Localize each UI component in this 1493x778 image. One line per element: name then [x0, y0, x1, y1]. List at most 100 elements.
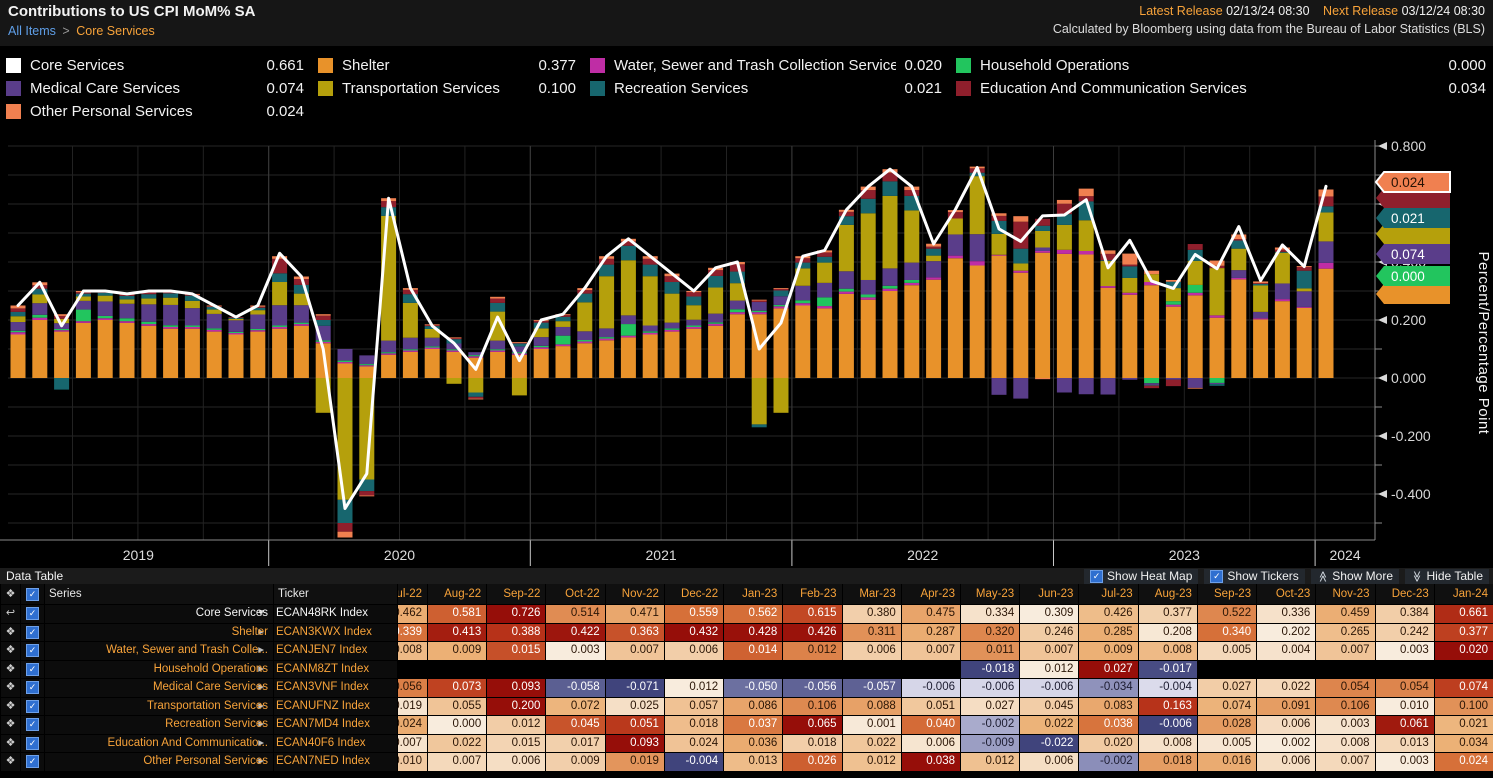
series-name[interactable]: ▸Other Personal Services — [44, 752, 273, 771]
move-icon[interactable]: ❖ — [0, 623, 20, 642]
checkbox-icon[interactable]: ✓ — [1210, 570, 1223, 583]
y-tick-label: -0.200 — [1391, 428, 1431, 444]
ticker-cell[interactable]: ECAN3KWX Index — [273, 623, 397, 642]
series-name[interactable]: ▸Medical Care Services — [44, 678, 273, 697]
ticker-cell[interactable]: ECAN48RK Index — [273, 604, 397, 623]
table-cell-value: -0.018 — [960, 660, 1019, 679]
table-cell-value: 0.246 — [1019, 623, 1078, 642]
bar-segment — [1166, 307, 1181, 378]
row-checkbox[interactable]: ✓ — [20, 752, 44, 771]
table-cell-blank — [1256, 660, 1315, 679]
month-column-header[interactable]: Oct-22 — [545, 584, 604, 604]
row-checkbox[interactable]: ✓ — [20, 660, 44, 679]
bar-segment — [250, 330, 265, 331]
control-show-more[interactable]: ≪Show More — [1311, 569, 1399, 584]
year-label: 2023 — [1169, 547, 1200, 563]
ticker-cell[interactable]: ECANUFNZ Index — [273, 697, 397, 716]
bar-segment — [425, 348, 440, 349]
month-column-header[interactable]: Aug-23 — [1138, 584, 1197, 604]
header: Contributions to US CPI MoM% SA All Item… — [0, 0, 1493, 46]
row-checkbox[interactable]: ✓ — [20, 734, 44, 753]
month-column-header[interactable]: Aug-22 — [427, 584, 486, 604]
month-column-header[interactable]: May-23 — [960, 584, 1019, 604]
month-column-header[interactable]: Jul-23 — [1078, 584, 1137, 604]
move-all-icon[interactable]: ❖ — [0, 584, 20, 604]
series-name[interactable]: ▾Core Services — [44, 604, 273, 623]
ticker-cell[interactable]: ECANJEN7 Index — [273, 641, 397, 660]
series-name[interactable]: ▸Household Operations — [44, 660, 273, 679]
bar-segment — [1035, 248, 1050, 251]
undo-icon[interactable]: ↩ — [0, 604, 20, 623]
control-show-tickers[interactable]: ✓Show Tickers — [1204, 569, 1304, 584]
month-column-header[interactable]: Apr-23 — [901, 584, 960, 604]
breadcrumb-core-services[interactable]: Core Services — [76, 24, 155, 38]
legend-item[interactable]: Water, Sewer and Trash Collection Servic… — [590, 54, 942, 77]
month-column-header[interactable]: Jun-23 — [1019, 584, 1078, 604]
table-cell-value: 0.200 — [486, 697, 545, 716]
series-name[interactable]: ▸Transportation Services — [44, 697, 273, 716]
bar-segment — [643, 265, 658, 277]
row-checkbox[interactable]: ✓ — [20, 641, 44, 660]
ticker-cell[interactable]: ECAN7MD4 Index — [273, 715, 397, 734]
series-name[interactable]: ▸Recreation Services — [44, 715, 273, 734]
month-column-header[interactable]: Jan-23 — [723, 584, 782, 604]
month-column-header[interactable]: Dec-23 — [1375, 584, 1434, 604]
month-column-header[interactable]: Sep-22 — [486, 584, 545, 604]
table-cell-value: 0.012 — [960, 752, 1019, 771]
bar-segment — [490, 350, 505, 351]
bar-segment — [1122, 293, 1137, 295]
month-column-header[interactable]: Oct-23 — [1256, 584, 1315, 604]
row-checkbox[interactable]: ✓ — [20, 678, 44, 697]
ticker-cell[interactable]: ECAN7NED Index — [273, 752, 397, 771]
move-icon[interactable]: ❖ — [0, 752, 20, 771]
legend-swatch — [590, 58, 605, 73]
row-checkbox[interactable]: ✓ — [20, 697, 44, 716]
control-show-heat-map[interactable]: ✓Show Heat Map — [1084, 569, 1198, 584]
legend-item[interactable]: Core Services 0.661 — [6, 54, 304, 77]
legend-item[interactable]: Other Personal Services 0.024 — [6, 100, 304, 123]
move-icon[interactable]: ❖ — [0, 734, 20, 753]
checkbox-icon[interactable]: ✓ — [1090, 570, 1103, 583]
series-name[interactable]: ▸Education And Communicatio... — [44, 734, 273, 753]
month-column-header[interactable]: Feb-23 — [782, 584, 841, 604]
bar-segment — [708, 288, 723, 314]
month-column-header[interactable]: Nov-23 — [1315, 584, 1374, 604]
bar-segment — [795, 303, 810, 305]
legend-item[interactable]: Shelter 0.377 — [318, 54, 576, 77]
series-name[interactable]: ▸Water, Sewer and Trash Colle... — [44, 641, 273, 660]
move-icon[interactable]: ❖ — [0, 641, 20, 660]
move-icon[interactable]: ❖ — [0, 660, 20, 679]
month-column-header[interactable]: Nov-22 — [605, 584, 664, 604]
legend-item[interactable]: Transportation Services 0.100 — [318, 77, 576, 100]
breadcrumb-all-items[interactable]: All Items — [8, 24, 56, 38]
month-column-header[interactable]: Jan-24 — [1434, 584, 1493, 604]
move-icon[interactable]: ❖ — [0, 715, 20, 734]
month-column-header[interactable]: Sep-23 — [1197, 584, 1256, 604]
ticker-cell[interactable]: ECAN3VNF Index — [273, 678, 397, 697]
bar-segment — [1144, 378, 1159, 383]
bar-segment — [861, 199, 876, 214]
legend-item[interactable]: Medical Care Services 0.074 — [6, 77, 304, 100]
select-all-checkbox[interactable]: ✓ — [20, 584, 44, 604]
table-cell-value: 0.661 — [1434, 604, 1493, 623]
ticker-cell[interactable]: ECAN40F6 Index — [273, 734, 397, 753]
row-checkbox[interactable]: ✓ — [20, 715, 44, 734]
month-column-header[interactable]: Mar-23 — [842, 584, 901, 604]
move-icon[interactable]: ❖ — [0, 678, 20, 697]
move-icon[interactable]: ❖ — [0, 697, 20, 716]
series-name[interactable]: ▸Shelter — [44, 623, 273, 642]
month-column-header[interactable]: Jul-22 — [397, 584, 427, 604]
month-column-header[interactable]: Dec-22 — [664, 584, 723, 604]
control-hide-table[interactable]: ≪Hide Table — [1405, 569, 1489, 584]
bar-segment — [577, 331, 592, 340]
row-checkbox[interactable]: ✓ — [20, 604, 44, 623]
bar-segment — [556, 346, 571, 378]
ticker-cell[interactable]: ECANM8ZT Index — [273, 660, 397, 679]
legend-item[interactable]: Education And Communication Services 0.0… — [956, 77, 1486, 100]
legend-item[interactable]: Household Operations 0.000 — [956, 54, 1486, 77]
bar-segment — [883, 196, 898, 269]
legend-item[interactable]: Recreation Services 0.021 — [590, 77, 942, 100]
bar-segment — [403, 349, 418, 350]
bar-segment — [272, 305, 287, 325]
row-checkbox[interactable]: ✓ — [20, 623, 44, 642]
